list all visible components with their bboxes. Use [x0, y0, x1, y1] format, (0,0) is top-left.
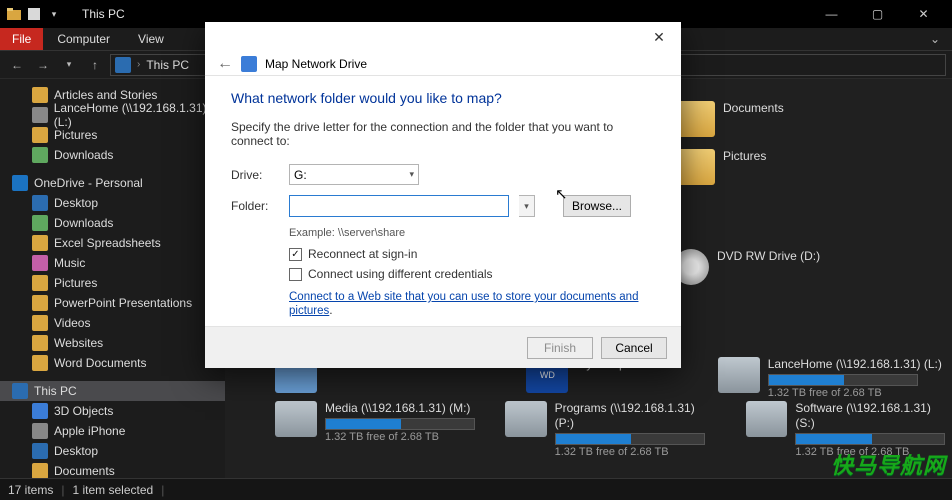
tree-item[interactable]: Documents — [0, 461, 225, 478]
item-programs-drive[interactable]: Programs (\\192.168.1.31) (P:) 1.32 TB f… — [505, 401, 716, 460]
documents-icon — [32, 463, 48, 478]
reconnect-checkbox[interactable]: ✓ — [289, 248, 302, 261]
item-media-drive[interactable]: Media (\\192.168.1.31) (M:) 1.32 TB free… — [275, 401, 475, 460]
desktop-icon — [32, 443, 48, 459]
status-bar: 17 items | 1 item selected | — [0, 478, 952, 500]
folder-icon — [32, 295, 48, 311]
folder-path-input[interactable] — [289, 195, 509, 217]
forward-button[interactable]: → — [32, 54, 54, 76]
folder-icon — [32, 335, 48, 351]
view-tab[interactable]: View — [124, 28, 178, 50]
storage-bar — [555, 433, 705, 445]
close-button[interactable]: ✕ — [901, 0, 946, 28]
minimize-button[interactable]: — — [809, 0, 854, 28]
drive-label: Drive: — [231, 168, 279, 182]
different-credentials-checkbox-row[interactable]: Connect using different credentials — [289, 267, 655, 281]
item-documents[interactable]: Documents — [673, 101, 784, 137]
item-dvd-drive[interactable]: DVD RW Drive (D:) — [673, 249, 820, 285]
item-pictures[interactable]: Pictures — [673, 149, 766, 185]
dialog-back-button[interactable]: ← — [217, 55, 233, 73]
desktop-icon — [32, 195, 48, 211]
tree-item[interactable]: Downloads — [0, 145, 225, 165]
properties-icon[interactable] — [26, 6, 42, 22]
tree-item-onedrive[interactable]: OneDrive - Personal — [0, 173, 225, 193]
downloads-icon — [32, 215, 48, 231]
computer-tab[interactable]: Computer — [43, 28, 124, 50]
this-pc-icon — [115, 57, 131, 73]
tree-item[interactable]: Pictures — [0, 273, 225, 293]
iphone-icon — [32, 423, 48, 439]
tree-item[interactable]: Videos — [0, 313, 225, 333]
browse-button[interactable]: Browse... — [563, 195, 631, 217]
network-drive-icon — [32, 107, 48, 123]
quick-access-toolbar: ▾ — [6, 6, 62, 22]
cancel-button[interactable]: Cancel — [601, 337, 667, 359]
network-drive-icon — [505, 401, 547, 437]
reconnect-checkbox-row[interactable]: ✓ Reconnect at sign-in — [289, 247, 655, 261]
tree-item[interactable]: Websites — [0, 333, 225, 353]
dialog-breadcrumb: ← Map Network Drive — [205, 52, 681, 76]
back-button[interactable]: ← — [6, 54, 28, 76]
videos-icon — [32, 315, 48, 331]
finish-button: Finish — [527, 337, 593, 359]
network-drive-icon — [275, 401, 317, 437]
different-credentials-checkbox[interactable] — [289, 268, 302, 281]
tree-item[interactable]: Apple iPhone — [0, 421, 225, 441]
tree-item-this-pc[interactable]: This PC — [0, 381, 225, 401]
mouse-cursor: ↖ — [555, 185, 568, 203]
folder-icon — [32, 87, 48, 103]
dialog-heading: What network folder would you like to ma… — [231, 90, 655, 106]
recent-dropdown[interactable]: ▾ — [58, 54, 80, 76]
item-lancehome-drive[interactable]: LanceHome (\\192.168.1.31) (L:) 1.32 TB … — [718, 357, 942, 401]
storage-bar — [325, 418, 475, 430]
dialog-close-button[interactable]: ✕ — [637, 22, 681, 52]
this-pc-icon — [12, 383, 28, 399]
tree-item[interactable]: Downloads — [0, 213, 225, 233]
up-button[interactable]: ↑ — [84, 54, 106, 76]
ribbon-expand-button[interactable]: ⌄ — [918, 28, 952, 50]
chevron-down-icon: ▾ — [409, 169, 414, 180]
selection-count: 1 item selected — [72, 483, 153, 497]
tree-item[interactable]: Excel Spreadsheets — [0, 233, 225, 253]
pictures-icon — [32, 127, 48, 143]
network-drive-icon — [718, 357, 760, 393]
map-network-drive-dialog: ✕ ← Map Network Drive What network folde… — [205, 22, 681, 368]
tree-item[interactable]: LanceHome (\\192.168.1.31) (L:) — [0, 105, 225, 125]
folder-example: Example: \\server\share — [289, 227, 655, 239]
chevron-right-icon: › — [137, 59, 140, 70]
folder-history-dropdown[interactable]: ▾ — [519, 195, 535, 217]
downloads-icon — [32, 147, 48, 163]
window-title: This PC — [82, 7, 125, 21]
file-tab[interactable]: File — [0, 28, 43, 50]
folder-label: Folder: — [231, 199, 279, 213]
network-drive-icon — [241, 56, 257, 72]
item-count: 17 items — [8, 483, 53, 497]
pictures-icon — [32, 275, 48, 291]
tree-item[interactable]: PowerPoint Presentations — [0, 293, 225, 313]
tree-item[interactable]: Music — [0, 253, 225, 273]
address-location: This PC — [146, 58, 189, 72]
tree-item[interactable]: Desktop — [0, 193, 225, 213]
music-icon — [32, 255, 48, 271]
dropdown-icon[interactable]: ▾ — [46, 6, 62, 22]
network-drive-icon — [746, 401, 788, 437]
storage-bar — [795, 433, 945, 445]
folder-icon — [32, 235, 48, 251]
tree-item[interactable]: 3D Objects — [0, 401, 225, 421]
folder-icon — [6, 6, 22, 22]
maximize-button[interactable]: ▢ — [855, 0, 900, 28]
onedrive-icon — [12, 175, 28, 191]
tree-item[interactable]: Desktop — [0, 441, 225, 461]
folder-icon — [32, 355, 48, 371]
dialog-subtext: Specify the drive letter for the connect… — [231, 120, 655, 148]
drive-letter-select[interactable]: G: ▾ — [289, 164, 419, 185]
navigation-tree[interactable]: Articles and Stories LanceHome (\\192.16… — [0, 79, 225, 478]
tree-item[interactable]: Word Documents — [0, 353, 225, 373]
storage-bar — [768, 374, 918, 386]
connect-website-link[interactable]: Connect to a Web site that you can use t… — [289, 291, 638, 317]
3d-objects-icon — [32, 403, 48, 419]
watermark-text: 快马导航网 — [831, 448, 946, 480]
